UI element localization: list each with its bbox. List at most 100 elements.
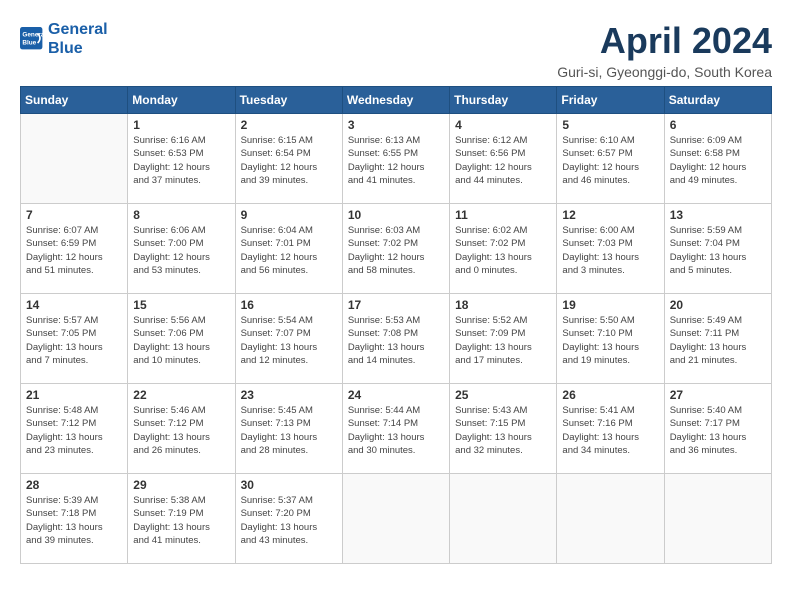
logo-line2: Blue — [48, 40, 83, 57]
day-number: 21 — [26, 388, 122, 402]
logo: General Blue General Blue — [20, 20, 108, 58]
day-info: Sunrise: 5:50 AM Sunset: 7:10 PM Dayligh… — [562, 314, 658, 367]
day-info: Sunrise: 6:06 AM Sunset: 7:00 PM Dayligh… — [133, 224, 229, 277]
day-info: Sunrise: 6:09 AM Sunset: 6:58 PM Dayligh… — [670, 134, 766, 187]
day-cell — [450, 474, 557, 564]
header-friday: Friday — [557, 87, 664, 114]
week-row-2: 7 Sunrise: 6:07 AM Sunset: 6:59 PM Daylig… — [21, 204, 772, 294]
logo-icon: General Blue — [20, 27, 44, 51]
location-subtitle: Guri-si, Gyeonggi-do, South Korea — [557, 64, 772, 80]
header-monday: Monday — [128, 87, 235, 114]
day-info: Sunrise: 6:07 AM Sunset: 6:59 PM Dayligh… — [26, 224, 122, 277]
day-info: Sunrise: 5:53 AM Sunset: 7:08 PM Dayligh… — [348, 314, 444, 367]
day-info: Sunrise: 6:16 AM Sunset: 6:53 PM Dayligh… — [133, 134, 229, 187]
day-cell: 15Sunrise: 5:56 AM Sunset: 7:06 PM Dayli… — [128, 294, 235, 384]
day-number: 5 — [562, 118, 658, 132]
day-number: 17 — [348, 298, 444, 312]
day-cell: 27Sunrise: 5:40 AM Sunset: 7:17 PM Dayli… — [664, 384, 771, 474]
day-info: Sunrise: 5:46 AM Sunset: 7:12 PM Dayligh… — [133, 404, 229, 457]
day-cell: 28 Sunrise: 5:39 AM Sunset: 7:18 PM Dayli… — [21, 474, 128, 564]
day-cell: 29 Sunrise: 5:38 AM Sunset: 7:19 PM Dayli… — [128, 474, 235, 564]
day-cell: 14 Sunrise: 5:57 AM Sunset: 7:05 PM Dayli… — [21, 294, 128, 384]
day-number: 10 — [348, 208, 444, 222]
week-row-3: 14 Sunrise: 5:57 AM Sunset: 7:05 PM Dayli… — [21, 294, 772, 384]
day-cell — [664, 474, 771, 564]
day-number: 6 — [670, 118, 766, 132]
svg-text:Blue: Blue — [22, 40, 36, 47]
day-cell: 12 Sunrise: 6:00 AM Sunset: 7:03 PM Dayli… — [557, 204, 664, 294]
day-cell: 25Sunrise: 5:43 AM Sunset: 7:15 PM Dayli… — [450, 384, 557, 474]
logo-text: General Blue — [48, 20, 108, 58]
day-number: 15 — [133, 298, 229, 312]
day-number: 20 — [670, 298, 766, 312]
day-cell: 11 Sunrise: 6:02 AM Sunset: 7:02 PM Dayli… — [450, 204, 557, 294]
day-cell: 17 Sunrise: 5:53 AM Sunset: 7:08 PM Dayli… — [342, 294, 449, 384]
day-number: 26 — [562, 388, 658, 402]
week-row-4: 21Sunrise: 5:48 AM Sunset: 7:12 PM Dayli… — [21, 384, 772, 474]
header-wednesday: Wednesday — [342, 87, 449, 114]
day-info: Sunrise: 6:00 AM Sunset: 7:03 PM Dayligh… — [562, 224, 658, 277]
day-cell: 9 Sunrise: 6:04 AM Sunset: 7:01 PM Daylig… — [235, 204, 342, 294]
day-number: 16 — [241, 298, 337, 312]
day-cell — [21, 114, 128, 204]
day-cell: 20 Sunrise: 5:49 AM Sunset: 7:11 PM Dayli… — [664, 294, 771, 384]
day-number: 28 — [26, 478, 122, 492]
header-row: SundayMondayTuesdayWednesdayThursdayFrid… — [21, 87, 772, 114]
calendar-table: SundayMondayTuesdayWednesdayThursdayFrid… — [20, 86, 772, 564]
day-cell: 13 Sunrise: 5:59 AM Sunset: 7:04 PM Dayli… — [664, 204, 771, 294]
day-info: Sunrise: 5:57 AM Sunset: 7:05 PM Dayligh… — [26, 314, 122, 367]
day-info: Sunrise: 6:12 AM Sunset: 6:56 PM Dayligh… — [455, 134, 551, 187]
logo-line1: General — [48, 21, 108, 38]
day-cell: 30 Sunrise: 5:37 AM Sunset: 7:20 PM Dayli… — [235, 474, 342, 564]
header-saturday: Saturday — [664, 87, 771, 114]
day-number: 4 — [455, 118, 551, 132]
week-row-1: 1Sunrise: 6:16 AM Sunset: 6:53 PM Daylig… — [21, 114, 772, 204]
day-info: Sunrise: 5:59 AM Sunset: 7:04 PM Dayligh… — [670, 224, 766, 277]
day-info: Sunrise: 6:04 AM Sunset: 7:01 PM Dayligh… — [241, 224, 337, 277]
day-info: Sunrise: 5:40 AM Sunset: 7:17 PM Dayligh… — [670, 404, 766, 457]
day-cell: 5 Sunrise: 6:10 AM Sunset: 6:57 PM Daylig… — [557, 114, 664, 204]
day-cell: 7 Sunrise: 6:07 AM Sunset: 6:59 PM Daylig… — [21, 204, 128, 294]
day-number: 25 — [455, 388, 551, 402]
day-info: Sunrise: 6:10 AM Sunset: 6:57 PM Dayligh… — [562, 134, 658, 187]
day-cell: 22 Sunrise: 5:46 AM Sunset: 7:12 PM Dayli… — [128, 384, 235, 474]
day-info: Sunrise: 5:38 AM Sunset: 7:19 PM Dayligh… — [133, 494, 229, 547]
day-number: 30 — [241, 478, 337, 492]
day-cell: 8 Sunrise: 6:06 AM Sunset: 7:00 PM Daylig… — [128, 204, 235, 294]
day-number: 14 — [26, 298, 122, 312]
month-title: April 2024 — [557, 20, 772, 62]
day-number: 18 — [455, 298, 551, 312]
day-cell: 24 Sunrise: 5:44 AM Sunset: 7:14 PM Dayli… — [342, 384, 449, 474]
day-info: Sunrise: 5:39 AM Sunset: 7:18 PM Dayligh… — [26, 494, 122, 547]
day-number: 22 — [133, 388, 229, 402]
title-block: April 2024 Guri-si, Gyeonggi-do, South K… — [557, 20, 772, 80]
day-number: 9 — [241, 208, 337, 222]
day-cell: 23Sunrise: 5:45 AM Sunset: 7:13 PM Dayli… — [235, 384, 342, 474]
day-number: 24 — [348, 388, 444, 402]
day-cell: 3Sunrise: 6:13 AM Sunset: 6:55 PM Daylig… — [342, 114, 449, 204]
day-number: 12 — [562, 208, 658, 222]
day-info: Sunrise: 5:49 AM Sunset: 7:11 PM Dayligh… — [670, 314, 766, 367]
day-info: Sunrise: 5:37 AM Sunset: 7:20 PM Dayligh… — [241, 494, 337, 547]
day-info: Sunrise: 5:45 AM Sunset: 7:13 PM Dayligh… — [241, 404, 337, 457]
day-info: Sunrise: 6:03 AM Sunset: 7:02 PM Dayligh… — [348, 224, 444, 277]
header-tuesday: Tuesday — [235, 87, 342, 114]
day-info: Sunrise: 6:02 AM Sunset: 7:02 PM Dayligh… — [455, 224, 551, 277]
day-number: 11 — [455, 208, 551, 222]
day-cell: 4 Sunrise: 6:12 AM Sunset: 6:56 PM Daylig… — [450, 114, 557, 204]
day-number: 3 — [348, 118, 444, 132]
day-number: 8 — [133, 208, 229, 222]
day-number: 7 — [26, 208, 122, 222]
day-number: 2 — [241, 118, 337, 132]
day-number: 29 — [133, 478, 229, 492]
day-cell: 2 Sunrise: 6:15 AM Sunset: 6:54 PM Daylig… — [235, 114, 342, 204]
day-info: Sunrise: 5:54 AM Sunset: 7:07 PM Dayligh… — [241, 314, 337, 367]
day-cell: 19Sunrise: 5:50 AM Sunset: 7:10 PM Dayli… — [557, 294, 664, 384]
header-sunday: Sunday — [21, 87, 128, 114]
day-cell: 6 Sunrise: 6:09 AM Sunset: 6:58 PM Daylig… — [664, 114, 771, 204]
day-cell — [342, 474, 449, 564]
day-number: 13 — [670, 208, 766, 222]
page-header: General Blue General Blue April 2024 Gur… — [20, 20, 772, 80]
day-info: Sunrise: 6:15 AM Sunset: 6:54 PM Dayligh… — [241, 134, 337, 187]
day-info: Sunrise: 5:44 AM Sunset: 7:14 PM Dayligh… — [348, 404, 444, 457]
